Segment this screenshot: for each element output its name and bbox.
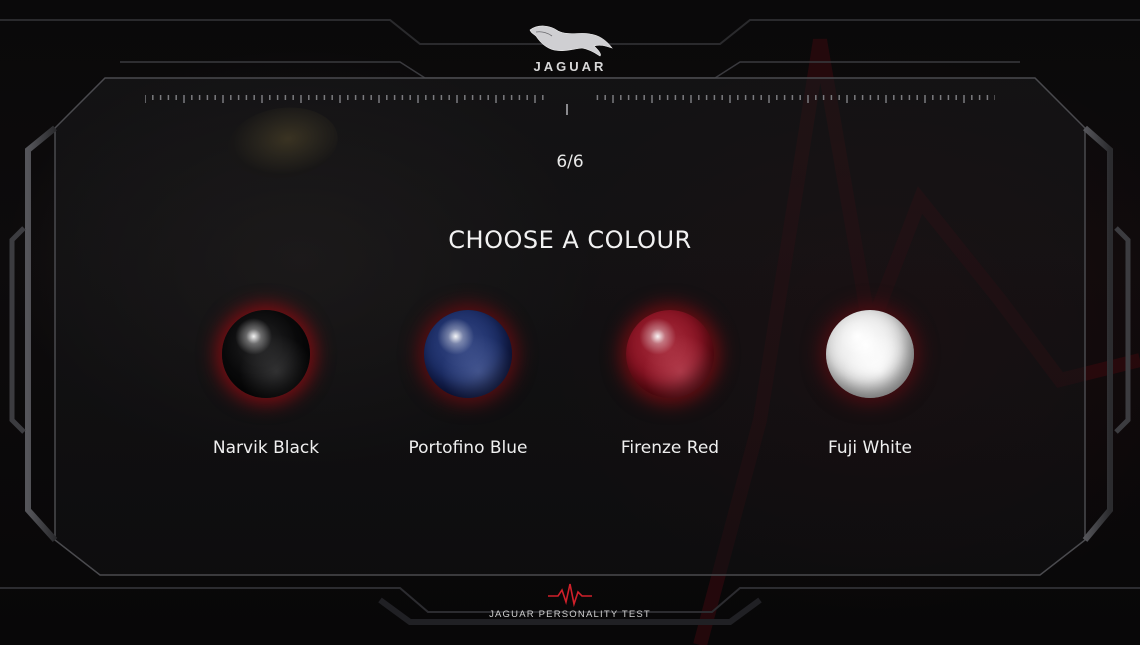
colour-option-fuji-white[interactable]: Fuji White [770, 302, 970, 472]
tick-ruler [145, 95, 995, 103]
colour-option-label: Portofino Blue [408, 438, 528, 458]
progress-indicator: 6/6 [556, 152, 584, 172]
fuji-white-swatch [826, 310, 914, 398]
colour-option-portofino-blue[interactable]: Portofino Blue [368, 302, 568, 472]
colour-option-firenze-red[interactable]: Firenze Red [570, 302, 770, 472]
colour-option-label: Firenze Red [620, 438, 720, 458]
jaguar-wordmark: JAGUAR [533, 59, 607, 74]
firenze-red-swatch [626, 310, 714, 398]
app-screen: JAGUAR 6/6 CHOOSE A COLOUR Narvik Black … [0, 0, 1140, 645]
colour-option-narvik-black[interactable]: Narvik Black [166, 302, 366, 472]
jaguar-logo[interactable]: JAGUAR [510, 20, 630, 76]
portofino-blue-swatch [424, 310, 512, 398]
heartbeat-pulse-icon [548, 583, 592, 608]
footer: JAGUAR PERSONALITY TEST [0, 578, 1140, 638]
jaguar-leaper-icon [529, 25, 613, 57]
footer-title: JAGUAR PERSONALITY TEST [489, 609, 651, 620]
question-title: CHOOSE A COLOUR [448, 226, 692, 254]
colour-option-label: Fuji White [828, 438, 912, 458]
colour-option-label: Narvik Black [212, 438, 320, 458]
narvik-black-swatch [222, 310, 310, 398]
colour-options: Narvik Black Portofino Blue Firenze Red … [0, 302, 1140, 482]
